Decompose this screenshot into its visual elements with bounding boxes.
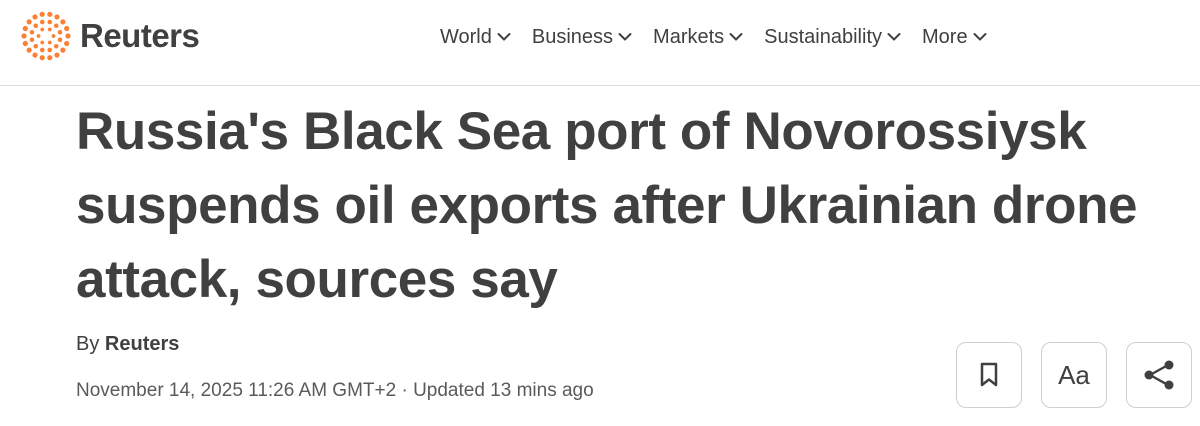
nav-item-label: Business <box>531 25 614 48</box>
nav-item-world[interactable]: World <box>440 26 511 49</box>
logo-dot <box>22 40 28 47</box>
logo-dot <box>26 19 32 25</box>
logo-dot <box>47 47 53 53</box>
logo-dot <box>47 11 53 17</box>
logo-dot <box>47 40 52 45</box>
logo-dot <box>60 19 66 25</box>
nav-item-sustainability[interactable]: Sustainability <box>764 26 901 49</box>
nav-item-label: Markets <box>653 25 725 48</box>
byline: By Reuters <box>76 333 179 356</box>
logo-dot <box>64 25 70 32</box>
nav-item-more[interactable]: More <box>922 26 987 49</box>
main-nav: World Business Markets Sustainability Mo… <box>440 22 987 52</box>
logo-dot <box>39 55 45 61</box>
logo-dot <box>22 25 28 32</box>
nav-item-business[interactable]: Business <box>532 26 632 49</box>
logo-dot <box>32 14 38 20</box>
chevron-down-icon <box>973 33 987 41</box>
logo-dot <box>51 34 56 38</box>
logo-dot <box>47 27 52 32</box>
logo-dot <box>57 29 63 35</box>
logo-dot <box>47 55 53 61</box>
logo-dot <box>29 29 35 35</box>
logo-dot <box>39 47 45 53</box>
logo-dot <box>26 47 32 53</box>
byline-prefix: By <box>76 333 100 355</box>
site-header: Reuters World Business Markets Sustainab… <box>0 0 1200 86</box>
nav-item-label: World <box>440 25 492 48</box>
nav-item-label: Sustainability <box>764 25 882 48</box>
logo-dot <box>53 23 59 29</box>
logo-dot <box>32 52 38 58</box>
logo-dot <box>60 47 66 53</box>
logo-dot <box>36 34 41 38</box>
chevron-down-icon <box>497 33 511 41</box>
share-icon <box>1144 360 1174 390</box>
logo-dot <box>33 43 39 49</box>
share-button[interactable] <box>1126 342 1192 408</box>
author-link[interactable]: Reuters <box>105 333 179 355</box>
article-page: Reuters World Business Markets Sustainab… <box>0 0 1200 426</box>
logo-dot <box>33 23 39 29</box>
chevron-down-icon <box>887 33 901 41</box>
nav-item-markets[interactable]: Markets <box>653 26 743 49</box>
logo-dot <box>40 40 45 45</box>
logo-dot <box>47 19 53 25</box>
dateline: November 14, 2025 11:26 AM GMT+2 · Updat… <box>76 380 594 401</box>
logo-dot <box>39 11 45 17</box>
logo-dot <box>54 14 60 20</box>
nav-item-label: More <box>922 25 968 48</box>
text-size-button[interactable]: Aa <box>1041 342 1107 408</box>
logo-dot <box>54 52 60 58</box>
article-headline: Russia's Black Sea port of Novorossiysk … <box>76 102 1138 309</box>
logo-dot <box>64 40 70 47</box>
brand-name: Reuters <box>80 17 200 54</box>
bookmark-button[interactable] <box>956 342 1022 408</box>
chevron-down-icon <box>729 33 743 41</box>
chevron-down-icon <box>618 33 632 41</box>
logo-dot <box>40 27 45 32</box>
reuters-logo[interactable]: Reuters <box>20 10 200 62</box>
logo-dot <box>29 37 35 43</box>
logo-dot <box>39 19 45 25</box>
logo-dot <box>53 43 59 49</box>
logo-dot <box>57 37 63 43</box>
reuters-dots-logo-icon <box>21 11 71 61</box>
bookmark-icon <box>980 362 998 387</box>
text-size-label: Aa <box>1058 359 1090 390</box>
logo-dot <box>65 33 71 39</box>
logo-dot <box>21 33 27 39</box>
